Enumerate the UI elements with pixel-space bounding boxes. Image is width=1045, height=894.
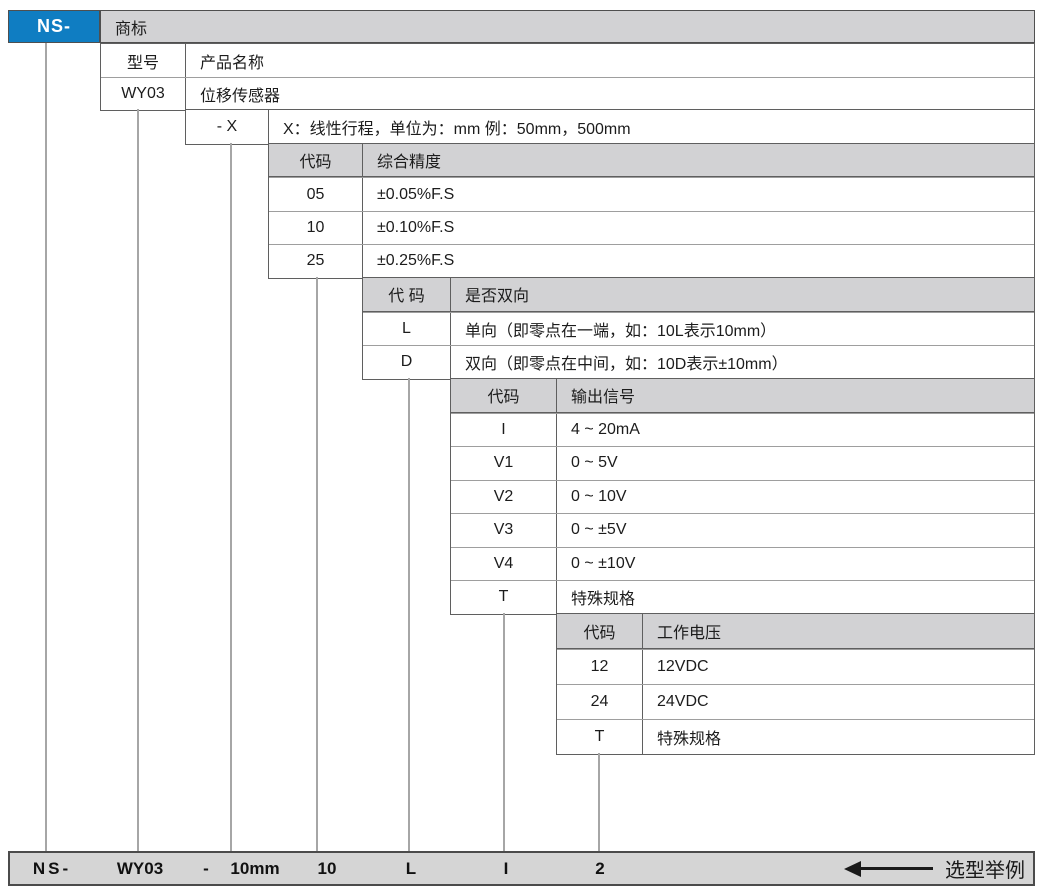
connector-line [408, 378, 410, 852]
table-row: D 双向（即零点在中间，如：10D表示±10mm） [363, 345, 1034, 379]
voltage-header-label: 工作电压 [643, 614, 1034, 648]
table-row: V3 0 ~ ±5V [451, 513, 1034, 547]
output-value: 特殊规格 [557, 581, 1034, 614]
accuracy-header-label: 综合精度 [363, 144, 1034, 176]
voltage-table: 代码 工作电压 12 12VDC 24 24VDC T 特殊规格 [556, 613, 1035, 755]
direction-value: 单向（即零点在一端，如：10L表示10mm） [451, 313, 1034, 346]
accuracy-value: ±0.10%F.S [363, 212, 1034, 244]
connector-line [316, 277, 318, 852]
voltage-value: 特殊规格 [643, 720, 1034, 754]
table-row: V1 0 ~ 5V [451, 446, 1034, 480]
example-caption: 选型举例 [945, 854, 1025, 883]
output-signal-table: 代码 输出信号 I 4 ~ 20mA V1 0 ~ 5V V2 0 ~ 10V … [450, 378, 1035, 615]
output-code: I [451, 414, 557, 447]
accuracy-header-code: 代码 [269, 144, 363, 176]
ordering-code-diagram: NS- 商标 型号 产品名称 WY03 位移传感器 - X X：线性行程，单位为… [0, 0, 1045, 894]
output-header-label: 输出信号 [557, 379, 1034, 412]
example-segment: - [203, 859, 209, 879]
voltage-value: 12VDC [643, 650, 1034, 684]
table-header-row: 代码 工作电压 [557, 614, 1034, 649]
example-segment: L [406, 859, 416, 879]
stroke-code: - X [186, 110, 269, 144]
direction-value: 双向（即零点在中间，如：10D表示±10mm） [451, 346, 1034, 379]
example-segment: NS- [33, 859, 71, 879]
example-segment: 10 [318, 859, 337, 879]
example-pointer: 选型举例 [844, 853, 1025, 884]
brand-label: 商标 [115, 15, 147, 39]
table-row: V2 0 ~ 10V [451, 480, 1034, 514]
accuracy-value: ±0.25%F.S [363, 245, 1034, 277]
output-code: V3 [451, 514, 557, 547]
left-arrow-icon [844, 861, 861, 877]
voltage-code: 12 [557, 650, 643, 684]
accuracy-table: 代码 综合精度 05 ±0.05%F.S 10 ±0.10%F.S 25 ±0.… [268, 143, 1035, 279]
voltage-code: T [557, 720, 643, 754]
table-row: V4 0 ~ ±10V [451, 547, 1034, 581]
output-code: V4 [451, 548, 557, 581]
model-code: WY03 [101, 78, 186, 110]
stroke-desc: X：线性行程，单位为：mm 例：50mm，500mm [269, 110, 1034, 144]
model-header-code: 型号 [101, 44, 186, 77]
table-row: I 4 ~ 20mA [451, 413, 1034, 447]
example-segment: 10mm [230, 859, 279, 879]
example-bar: NS- WY03 - 10mm 10 L I 2 选型举例 [8, 851, 1035, 886]
model-name: 位移传感器 [186, 78, 1034, 110]
output-code: T [451, 581, 557, 614]
example-segment: I [504, 859, 509, 879]
model-table: 型号 产品名称 WY03 位移传感器 [100, 43, 1035, 111]
connector-line [45, 43, 47, 852]
table-row: 24 24VDC [557, 684, 1034, 719]
prefix-code-box: NS- [8, 10, 100, 43]
connector-line [503, 613, 505, 852]
table-row: 05 ±0.05%F.S [269, 177, 1034, 210]
table-row: 12 12VDC [557, 649, 1034, 684]
brand-header-row: 商标 [100, 10, 1035, 43]
table-row: WY03 位移传感器 [101, 77, 1034, 110]
table-header-row: 代 码 是否双向 [363, 278, 1034, 312]
table-row: 型号 产品名称 [101, 44, 1034, 77]
model-header-name: 产品名称 [186, 44, 1034, 77]
arrow-shaft [861, 867, 933, 870]
example-segment: WY03 [117, 859, 163, 879]
table-row: T 特殊规格 [557, 719, 1034, 754]
output-value: 0 ~ 5V [557, 447, 1034, 480]
output-code: V2 [451, 481, 557, 514]
table-row: T 特殊规格 [451, 580, 1034, 614]
voltage-value: 24VDC [643, 685, 1034, 719]
direction-code: L [363, 313, 451, 346]
output-code: V1 [451, 447, 557, 480]
voltage-header-code: 代码 [557, 614, 643, 648]
accuracy-value: ±0.05%F.S [363, 178, 1034, 210]
direction-header-code: 代 码 [363, 278, 451, 311]
direction-table: 代 码 是否双向 L 单向（即零点在一端，如：10L表示10mm） D 双向（即… [362, 277, 1035, 380]
table-row: L 单向（即零点在一端，如：10L表示10mm） [363, 312, 1034, 346]
table-row: 10 ±0.10%F.S [269, 211, 1034, 244]
connector-line [230, 143, 232, 852]
direction-code: D [363, 346, 451, 379]
accuracy-code: 25 [269, 245, 363, 277]
table-row: 25 ±0.25%F.S [269, 244, 1034, 277]
table-header-row: 代码 输出信号 [451, 379, 1034, 413]
output-header-code: 代码 [451, 379, 557, 412]
voltage-code: 24 [557, 685, 643, 719]
accuracy-code: 10 [269, 212, 363, 244]
output-value: 0 ~ 10V [557, 481, 1034, 514]
prefix-code: NS- [37, 16, 71, 37]
output-value: 0 ~ ±5V [557, 514, 1034, 547]
direction-header-label: 是否双向 [451, 278, 1034, 311]
output-value: 4 ~ 20mA [557, 414, 1034, 447]
connector-line [137, 109, 139, 852]
connector-line [598, 753, 600, 852]
table-row: - X X：线性行程，单位为：mm 例：50mm，500mm [186, 110, 1034, 144]
accuracy-code: 05 [269, 178, 363, 210]
output-value: 0 ~ ±10V [557, 548, 1034, 581]
example-segment: 2 [595, 859, 604, 879]
table-header-row: 代码 综合精度 [269, 144, 1034, 177]
stroke-table: - X X：线性行程，单位为：mm 例：50mm，500mm [185, 109, 1035, 145]
